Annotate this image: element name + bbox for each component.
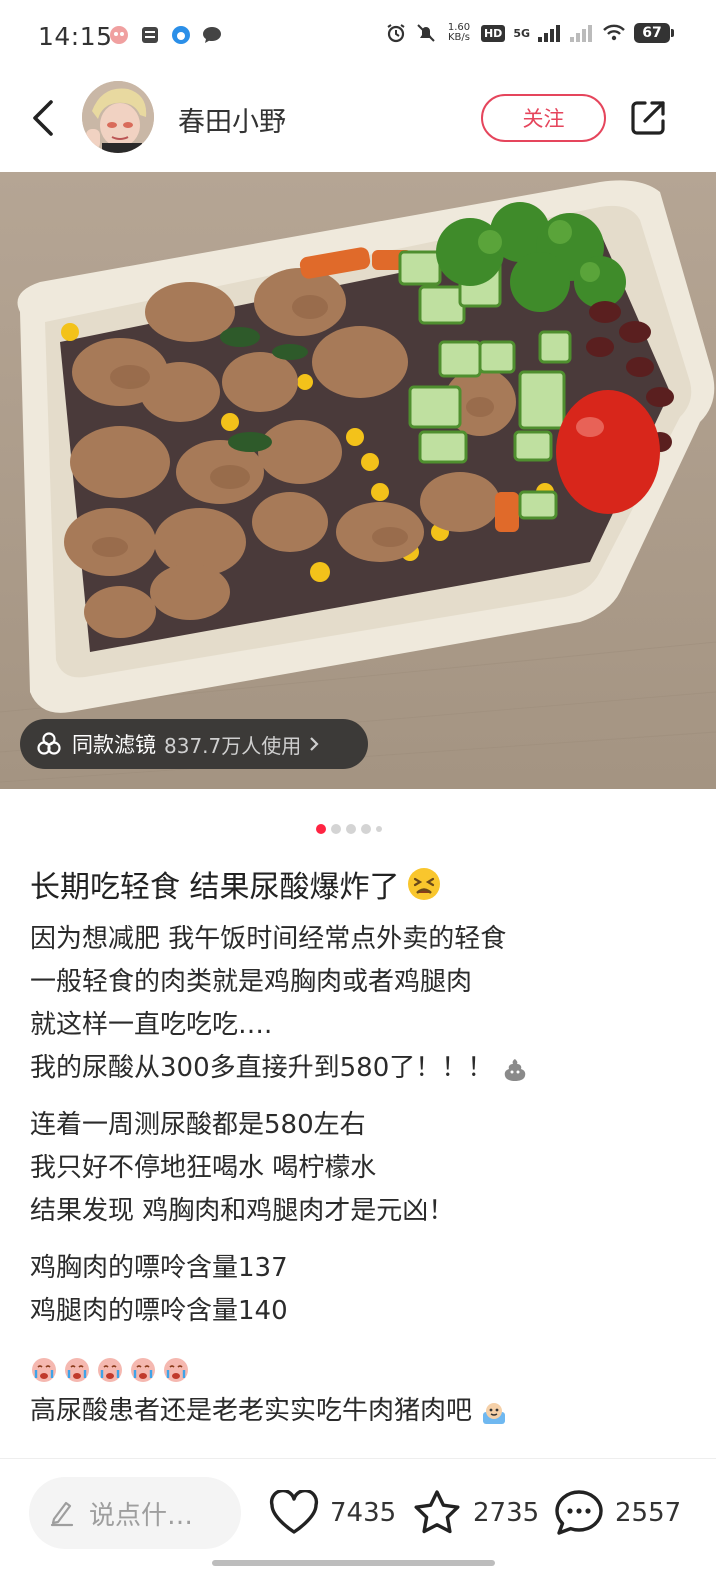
avatar-image	[82, 81, 154, 153]
wifi-icon	[603, 24, 625, 41]
mute-icon	[417, 24, 435, 42]
post-line: 我只好不停地狂喝水 喝柠檬水	[30, 1147, 690, 1190]
comment-placeholder: 说点什…	[89, 1500, 194, 1531]
follow-button[interactable]: 关注	[481, 94, 606, 142]
post-line-text: 鸡胸肉的嘌呤含量137	[30, 1253, 288, 1283]
post-line: 一般轻食的肉类就是鸡胸肉或者鸡腿肉	[30, 961, 690, 1004]
message-notification-icon	[203, 27, 221, 43]
post-line-text: 就这样一直吃吃吃….	[30, 1010, 273, 1040]
status-notification-icons	[108, 24, 223, 46]
sim-card-icon	[142, 27, 158, 43]
crying-face-emoji-icon	[63, 1355, 91, 1383]
post-line: 因为想减肥 我午饭时间经常点外卖的轻食	[30, 918, 690, 961]
bottom-action-bar: 说点什… 7435 2735 2557	[0, 1459, 716, 1590]
chevron-left-icon	[33, 100, 53, 136]
carousel-dot[interactable]	[346, 824, 356, 834]
same-filter-chip[interactable]: 同款滤镜 837.7万人使用	[20, 719, 368, 769]
battery-indicator: 67	[634, 23, 674, 43]
network-speed-unit: KB/s	[447, 32, 470, 43]
crying-face-emoji-icon	[162, 1355, 190, 1383]
share-button[interactable]	[628, 98, 668, 138]
crying-face-emoji-icon	[129, 1355, 157, 1383]
poop-emoji-icon	[501, 1055, 529, 1083]
post-line-text: 结果发现 鸡胸肉和鸡腿肉才是元凶！	[30, 1196, 455, 1226]
heart-icon	[269, 1490, 319, 1534]
crying-face-emoji-icon	[96, 1355, 124, 1383]
post-title-text: 长期吃轻食 结果尿酸爆炸了	[30, 870, 400, 905]
carousel-dot[interactable]	[331, 824, 341, 834]
post-line: 我的尿酸从300多直接升到580了！！！	[30, 1047, 690, 1090]
post-title: 长期吃轻食 结果尿酸爆炸了	[30, 862, 442, 906]
back-button[interactable]	[22, 96, 62, 140]
filter-icon	[37, 732, 61, 755]
filter-chip-users: 837.7万人使用	[164, 733, 302, 758]
comment-count: 2557	[615, 1498, 682, 1528]
collect-count: 2735	[473, 1498, 540, 1528]
filter-chip-title: 同款滤镜	[72, 733, 156, 757]
comment-input[interactable]: 说点什…	[29, 1477, 241, 1549]
signal-strength-secondary-icon	[570, 25, 592, 42]
pencil-icon	[49, 1499, 75, 1527]
post-line-text: 高尿酸患者还是老老实实吃牛肉猪肉吧	[30, 1396, 473, 1426]
post-paragraph: 高尿酸患者还是老老实实吃牛肉猪肉吧	[30, 1347, 690, 1433]
post-line: 高尿酸患者还是老老实实吃牛肉猪肉吧	[30, 1390, 690, 1433]
comment-button[interactable]: 2557	[553, 1481, 681, 1545]
post-paragraph: 因为想减肥 我午饭时间经常点外卖的轻食 一般轻食的肉类就是鸡胸肉或者鸡腿肉 就这样一…	[30, 918, 690, 1090]
post-line-text: 因为想减肥 我午饭时间经常点外卖的轻食	[30, 924, 507, 954]
comment-bubble-icon	[555, 1490, 603, 1535]
hd-badge: HD	[480, 24, 506, 42]
network-speed: 1.60 KB/s	[445, 23, 473, 43]
emoji-row	[30, 1347, 690, 1390]
network-type: 5G	[513, 26, 530, 40]
author-avatar[interactable]	[82, 81, 154, 153]
post-paragraph: 鸡胸肉的嘌呤含量137 鸡腿肉的嘌呤含量140	[30, 1247, 690, 1333]
post-line-text: 一般轻食的肉类就是鸡胸肉或者鸡腿肉	[30, 967, 473, 997]
post-line: 连着一周测尿酸都是580左右	[30, 1104, 690, 1147]
home-indicator[interactable]	[212, 1560, 495, 1566]
post-line-text: 我的尿酸从300多直接升到580了！！！	[30, 1053, 494, 1083]
author-name[interactable]: 春田小野	[178, 100, 286, 139]
post-line-text: 连着一周测尿酸都是580左右	[30, 1110, 366, 1140]
post-line-text: 鸡腿肉的嘌呤含量140	[30, 1296, 288, 1326]
sweating-face-emoji-icon	[480, 1398, 508, 1426]
browser-notification-icon	[172, 26, 190, 44]
post-photo[interactable]: 同款滤镜 837.7万人使用	[0, 172, 716, 789]
post-body: 因为想减肥 我午饭时间经常点外卖的轻食 一般轻食的肉类就是鸡胸肉或者鸡腿肉 就这样一…	[30, 918, 690, 1447]
like-button[interactable]: 7435	[268, 1481, 396, 1545]
status-bar: 14:15 1.60 KB/s HD 5G 67	[0, 0, 716, 76]
alarm-icon	[387, 24, 405, 43]
post-line: 鸡腿肉的嘌呤含量140	[30, 1290, 690, 1333]
post-header: 春田小野 关注	[0, 76, 716, 172]
status-time: 14:15	[38, 22, 113, 51]
post-line: 鸡胸肉的嘌呤含量137	[30, 1247, 690, 1290]
distressed-face-emoji-icon	[407, 868, 440, 900]
like-count: 7435	[330, 1498, 397, 1528]
collect-button[interactable]: 2735	[411, 1481, 539, 1545]
post-line: 结果发现 鸡胸肉和鸡腿肉才是元凶！	[30, 1190, 690, 1233]
post-line: 就这样一直吃吃吃….	[30, 1004, 690, 1047]
signal-strength-icon	[538, 25, 560, 42]
post-paragraph: 连着一周测尿酸都是580左右 我只好不停地狂喝水 喝柠檬水结果发现 鸡胸肉和鸡腿肉…	[30, 1104, 690, 1233]
star-icon	[414, 1490, 460, 1534]
carousel-dot[interactable]	[376, 826, 382, 832]
carousel-dot[interactable]	[361, 824, 371, 834]
food-bowl-image	[0, 172, 716, 789]
status-system-icons: 1.60 KB/s HD 5G 67	[385, 22, 674, 44]
carousel-indicator	[316, 824, 382, 834]
carousel-dot[interactable]	[316, 824, 326, 834]
post-line-text: 我只好不停地狂喝水 喝柠檬水	[30, 1153, 377, 1183]
chevron-right-icon	[309, 736, 319, 752]
crying-face-emoji-icon	[30, 1355, 58, 1383]
share-icon	[631, 101, 665, 135]
app-notification-icon	[110, 26, 128, 44]
